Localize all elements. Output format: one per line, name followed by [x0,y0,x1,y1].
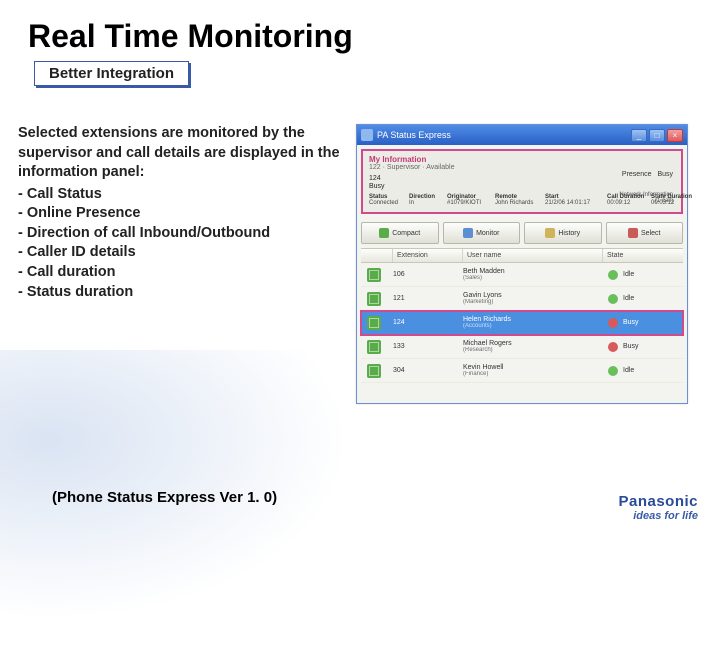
brand-tagline: Panasonic ideas for life [618,493,698,522]
extension-state: Idle [623,271,691,278]
app-icon [361,129,373,141]
extension-state: Idle [623,367,691,374]
extension-columns: Extension User name State [361,248,683,263]
extension-user: Helen Richards(Accounts) [463,316,603,330]
monitor-button[interactable]: Monitor [443,222,521,244]
presence-block: Presence Busy [622,171,673,178]
extension-icon [367,292,381,306]
state-icon [608,294,618,304]
extension-number: 133 [393,343,463,350]
extension-icon [367,364,381,378]
extension-state: Busy [623,319,691,326]
self-status: Busy [369,183,385,191]
extension-row[interactable]: 124Helen Richards(Accounts)Busy [361,311,683,335]
window-title: PA Status Express [377,130,451,140]
state-icon [608,366,618,376]
extension-row[interactable]: 121Gavin Lyons(Marketing)Idle [361,287,683,311]
brand-name: Panasonic [618,493,698,510]
maximize-button[interactable]: □ [649,129,665,142]
state-icon [608,270,618,280]
extension-number: 304 [393,367,463,374]
extension-user: Beth Madden(Sales) [463,268,603,282]
select-icon [628,228,638,238]
description-lead: Selected extensions are monitored by the… [18,124,346,183]
state-icon [608,318,618,328]
select-button[interactable]: Select [606,222,684,244]
extension-icon [367,316,381,330]
extension-icon [367,268,381,282]
close-button[interactable]: × [667,129,683,142]
extension-row[interactable]: 106Beth Madden(Sales)Idle [361,263,683,287]
history-icon [545,228,555,238]
extension-row[interactable]: 133Michael Rogers(Research)Busy [361,335,683,359]
info-panel: My Information 122 · Supervisor · Availa… [361,149,683,214]
version-label: (Phone Status Express Ver 1. 0) [52,489,277,506]
extension-state: Idle [623,295,691,302]
self-extension: 124 [369,175,385,183]
state-icon [608,342,618,352]
history-button[interactable]: History [524,222,602,244]
extension-number: 106 [393,271,463,278]
extension-number: 121 [393,295,463,302]
compact-icon [379,228,389,238]
extension-state: Busy [623,343,691,350]
extension-user: Kevin Howell(Finance) [463,364,603,378]
page-title: Real Time Monitoring [0,0,720,61]
minimize-button[interactable]: _ [631,129,647,142]
description-block: Selected extensions are monitored by the… [18,124,356,404]
compact-button[interactable]: Compact [361,222,439,244]
extension-user: Michael Rogers(Research) [463,340,603,354]
extension-list: 106Beth Madden(Sales)Idle121Gavin Lyons(… [361,263,683,383]
app-screenshot: PA Status Express _ □ × My Information 1… [356,124,688,404]
description-list: Call Status Online Presence Direction of… [18,185,346,302]
extension-row[interactable]: 304Kevin Howell(Finance)Idle [361,359,683,383]
toolbar: Compact Monitor History Select [361,222,683,244]
extension-number: 124 [393,319,463,326]
tagline-text: ideas for life [633,510,698,522]
my-info-heading: My Information [369,155,675,164]
monitor-icon [463,228,473,238]
my-info-subline: 122 · Supervisor · Available [369,164,675,171]
window-titlebar: PA Status Express _ □ × [357,125,687,145]
extension-user: Gavin Lyons(Marketing) [463,292,603,306]
network-info: Network Information (1 call) [619,192,673,204]
subtitle-badge: Better Integration [34,61,189,86]
extension-icon [367,340,381,354]
